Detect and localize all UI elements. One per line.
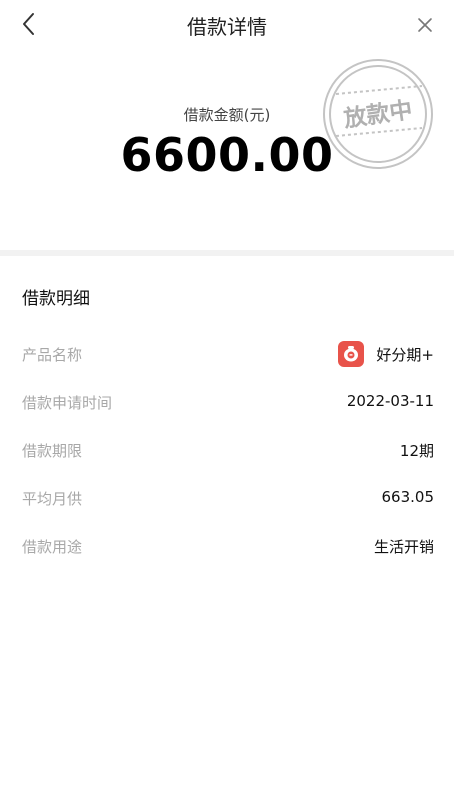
amount-section: 借款金额(元) 6600.00 放款中 <box>0 48 454 244</box>
loan-detail-page: 借款详情 借款金额(元) 6600.00 放款中 借款明细 产品名称 好分期+ … <box>0 0 454 800</box>
close-button[interactable] <box>414 14 436 36</box>
product-name: 好分期+ <box>376 345 434 364</box>
detail-value: 2022-03-11 <box>346 392 434 410</box>
close-icon <box>418 18 432 32</box>
detail-label: 借款期限 <box>22 442 83 460</box>
detail-row-term: 借款期限 12期 <box>22 436 434 464</box>
detail-row-purpose: 借款用途 生活开销 <box>22 532 434 560</box>
status-stamp-text: 放款中 <box>341 96 414 132</box>
detail-row-monthly-payment: 平均月供 663.05 <box>22 484 434 512</box>
product-value[interactable]: 好分期+ <box>338 340 434 368</box>
detail-value: 663.05 <box>381 488 435 506</box>
detail-value: 12期 <box>399 442 434 460</box>
detail-label: 平均月供 <box>22 490 83 508</box>
header-bar: 借款详情 <box>0 0 454 48</box>
loan-details: 借款明细 产品名称 好分期+ 借款申请时间 2022-03-11 借款期限 12… <box>0 256 454 800</box>
detail-row-product: 产品名称 好分期+ <box>22 340 434 368</box>
detail-label: 产品名称 <box>22 346 83 364</box>
status-stamp: 放款中 <box>322 58 434 170</box>
detail-row-apply-time: 借款申请时间 2022-03-11 <box>22 388 434 416</box>
detail-label: 借款用途 <box>22 538 83 556</box>
product-app-icon <box>338 341 365 367</box>
details-section-title: 借款明细 <box>22 289 90 309</box>
page-title: 借款详情 <box>187 15 267 39</box>
detail-value: 生活开销 <box>373 538 434 556</box>
detail-label: 借款申请时间 <box>22 394 113 412</box>
